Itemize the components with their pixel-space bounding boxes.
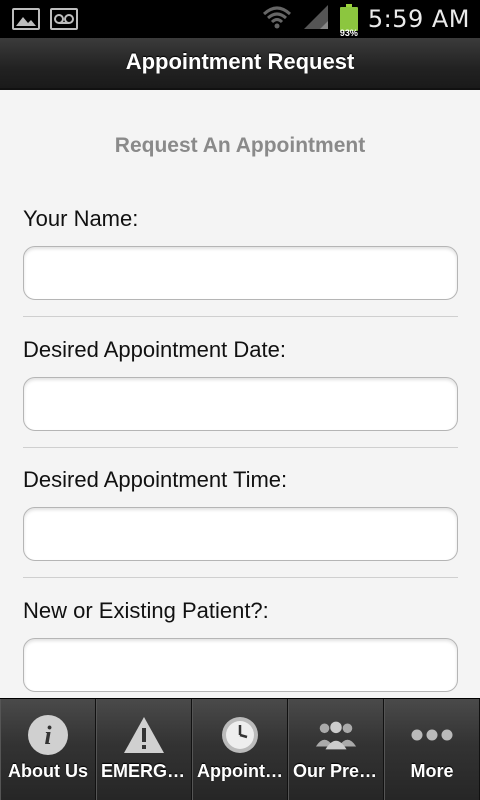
patient-label: New or Existing Patient?: — [23, 598, 269, 623]
svg-text:i: i — [44, 721, 52, 750]
info-icon: i — [26, 713, 70, 757]
clock-icon — [218, 713, 262, 757]
warning-icon — [122, 713, 166, 757]
time-label: Desired Appointment Time: — [23, 467, 288, 492]
tab-emergency[interactable]: EMERGE… — [96, 699, 192, 800]
form-heading: Request An Appointment — [114, 134, 366, 157]
app-header: Appointment Request — [0, 38, 480, 90]
tab-label: EMERGE… — [101, 761, 191, 781]
time-field: Desired Appointment Time: — [23, 467, 458, 561]
battery-percent: 93% — [339, 28, 358, 38]
tab-appointment[interactable]: Appoint… — [192, 699, 288, 800]
patient-field: New or Existing Patient?: — [23, 598, 458, 692]
tab-bar: i About Us EMERGE… Appoint… Our Pref… Mo… — [0, 698, 480, 800]
tab-our-preferred[interactable]: Our Pref… — [288, 699, 384, 800]
status-bar: 93% 5:59 AM — [0, 0, 480, 38]
tab-about-us[interactable]: i About Us — [0, 699, 96, 800]
divider — [23, 316, 458, 317]
clock: 5:59 AM — [367, 5, 470, 33]
tab-label: More — [410, 761, 454, 781]
tab-label: About Us — [8, 761, 88, 781]
name-field: Your Name: — [23, 206, 458, 300]
time-input[interactable] — [23, 507, 458, 561]
signal-icon — [302, 3, 330, 36]
patient-input[interactable] — [23, 638, 458, 692]
tab-label: Our Pref… — [293, 761, 383, 781]
wifi-icon — [262, 5, 292, 34]
date-input[interactable] — [23, 377, 458, 431]
name-label: Your Name: — [23, 206, 139, 231]
more-dots-icon — [410, 713, 454, 757]
date-label: Desired Appointment Date: — [23, 337, 286, 362]
tab-label: Appoint… — [197, 761, 283, 781]
people-icon — [314, 713, 358, 757]
image-notification-icon — [12, 8, 40, 30]
divider — [23, 577, 458, 578]
form-content: Request An Appointment Your Name: Desire… — [0, 90, 480, 698]
battery-icon: 93% — [340, 4, 358, 38]
divider — [23, 447, 458, 448]
page-title: Appointment Request — [125, 49, 355, 74]
voicemail-icon — [50, 8, 78, 30]
date-field: Desired Appointment Date: — [23, 337, 458, 431]
tab-more[interactable]: More — [384, 699, 480, 800]
notification-icons — [12, 8, 78, 30]
name-input[interactable] — [23, 246, 458, 300]
